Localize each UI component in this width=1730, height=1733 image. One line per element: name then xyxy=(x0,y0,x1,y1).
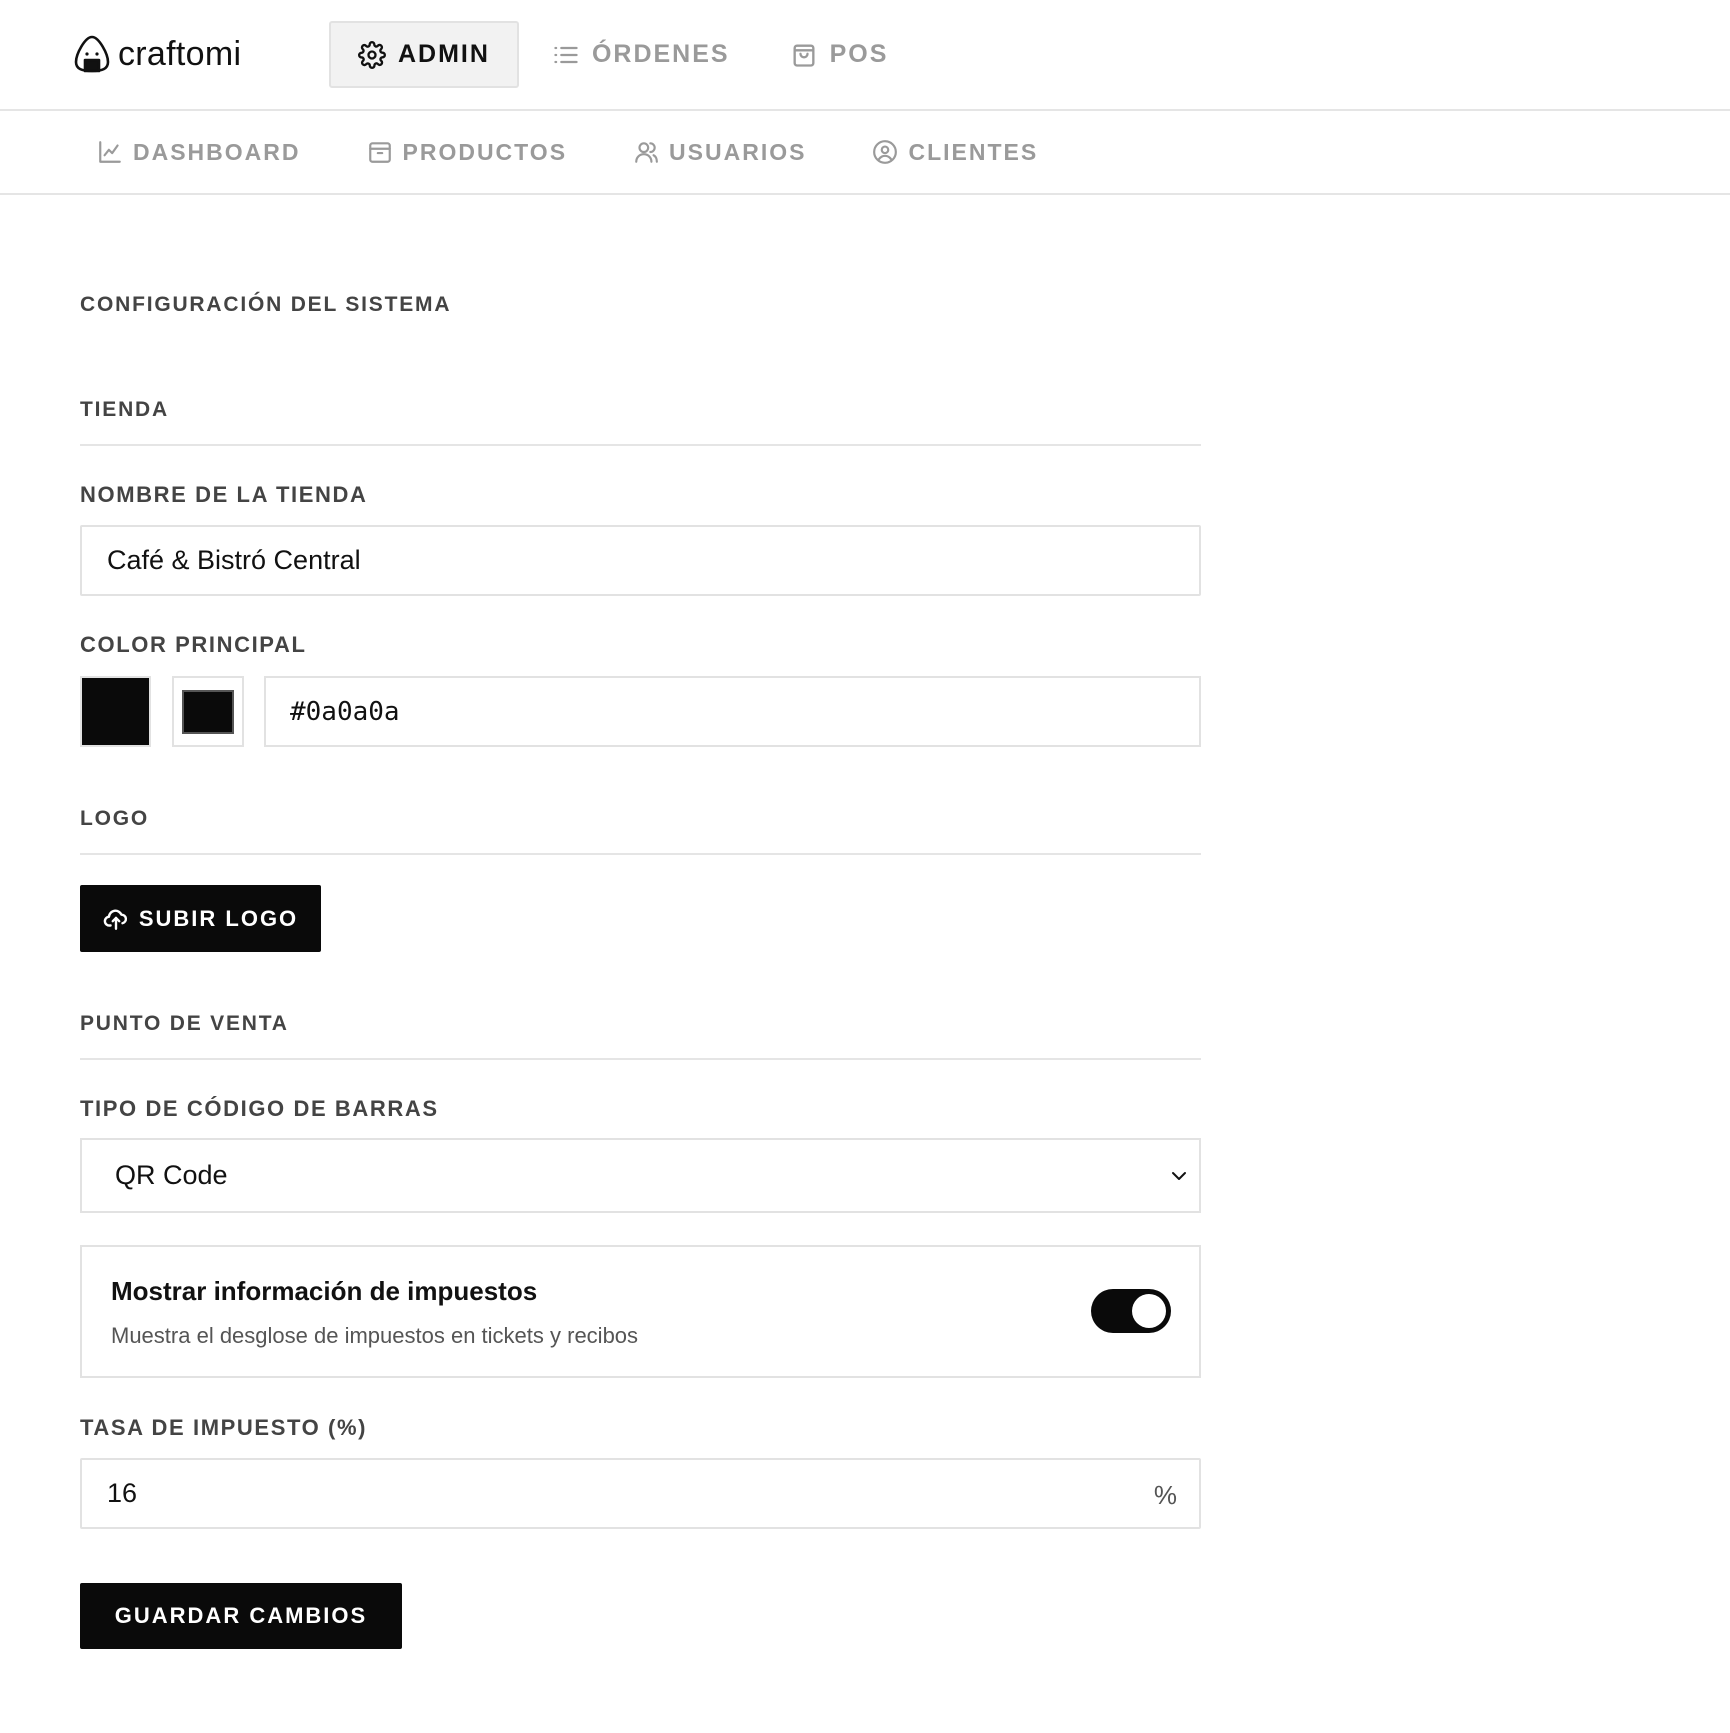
cloud-upload-icon xyxy=(103,906,129,932)
chevron-down-icon xyxy=(1167,1164,1191,1188)
toggle-knob xyxy=(1132,1294,1166,1328)
section-title-logo: LOGO xyxy=(80,807,1201,855)
tax-rate-value: 16 xyxy=(107,1478,138,1508)
list-icon xyxy=(552,41,580,69)
topnav-label: ADMIN xyxy=(398,40,490,68)
store-name-input[interactable]: Café & Bistró Central xyxy=(80,525,1201,596)
tax-info-toggle[interactable] xyxy=(1091,1289,1171,1333)
topnav-item-pos[interactable]: POS xyxy=(763,21,916,88)
page-title: CONFIGURACIÓN DEL SISTEMA xyxy=(80,293,452,316)
subnav-label: USUARIOS xyxy=(669,138,807,165)
tax-rate-label: TASA DE IMPUESTO (%) xyxy=(80,1415,368,1440)
color-picker-swatch xyxy=(182,689,234,734)
color-preview-swatch xyxy=(80,676,151,747)
subnav-item-clientes[interactable]: CLIENTES xyxy=(872,139,1038,166)
color-picker-button[interactable] xyxy=(172,676,244,747)
tax-info-description: Muestra el desglose de impuestos en tick… xyxy=(111,1323,639,1348)
subnav-label: PRODUCTOS xyxy=(402,138,568,165)
topnav-item-admin[interactable]: ADMIN xyxy=(329,21,519,88)
gear-icon xyxy=(358,40,386,69)
color-label: COLOR PRINCIPAL xyxy=(80,632,307,657)
save-changes-button[interactable]: GUARDAR CAMBIOS xyxy=(80,1583,402,1649)
barcode-type-select[interactable]: QR Code xyxy=(80,1138,1201,1213)
tax-info-toggle-card: Mostrar información de impuestos Muestra… xyxy=(80,1245,1201,1378)
sub-nav: DASHBOARD PRODUCTOS USUARIOS CLIENTES xyxy=(0,111,1730,195)
barcode-type-label: TIPO DE CÓDIGO DE BARRAS xyxy=(80,1096,439,1121)
users-icon xyxy=(633,139,659,165)
upload-logo-label: SUBIR LOGO xyxy=(138,905,299,931)
subnav-item-productos[interactable]: PRODUCTOS xyxy=(367,139,568,166)
onigiri-logo-icon xyxy=(72,34,112,74)
topnav-label: POS xyxy=(829,40,889,68)
color-hex-value: #0a0a0a xyxy=(290,696,400,727)
topnav-item-ordenes[interactable]: ÓRDENES xyxy=(525,21,757,88)
section-title-punto-de-venta: PUNTO DE VENTA xyxy=(80,1012,1201,1060)
color-hex-input[interactable]: #0a0a0a xyxy=(264,676,1201,747)
store-name-label: NOMBRE DE LA TIENDA xyxy=(80,482,368,507)
store-name-value: Café & Bistró Central xyxy=(107,545,361,575)
subnav-label: CLIENTES xyxy=(908,138,1039,165)
subnav-item-usuarios[interactable]: USUARIOS xyxy=(633,139,806,166)
upload-logo-button[interactable]: SUBIR LOGO xyxy=(80,885,321,952)
shopping-bag-icon xyxy=(790,41,818,69)
top-bar: craftomi ADMIN ÓRDENES POS xyxy=(0,0,1730,111)
tax-rate-suffix: % xyxy=(1153,1480,1177,1510)
chart-line-icon xyxy=(97,139,123,165)
section-title-tienda: TIENDA xyxy=(80,398,1201,446)
subnav-item-dashboard[interactable]: DASHBOARD xyxy=(97,139,301,166)
tax-info-title: Mostrar información de impuestos xyxy=(111,1276,538,1306)
subnav-label: DASHBOARD xyxy=(133,138,301,165)
barcode-type-value: QR Code xyxy=(115,1160,228,1190)
save-changes-label: GUARDAR CAMBIOS xyxy=(114,1603,368,1628)
user-circle-icon xyxy=(872,139,898,165)
tax-rate-input[interactable]: 16 % xyxy=(80,1458,1201,1529)
top-nav: ADMIN ÓRDENES POS xyxy=(329,21,921,88)
brand-name: craftomi xyxy=(118,34,242,73)
brand-logo[interactable]: craftomi xyxy=(72,32,241,76)
box-icon xyxy=(367,139,393,165)
topnav-label: ÓRDENES xyxy=(591,40,730,68)
